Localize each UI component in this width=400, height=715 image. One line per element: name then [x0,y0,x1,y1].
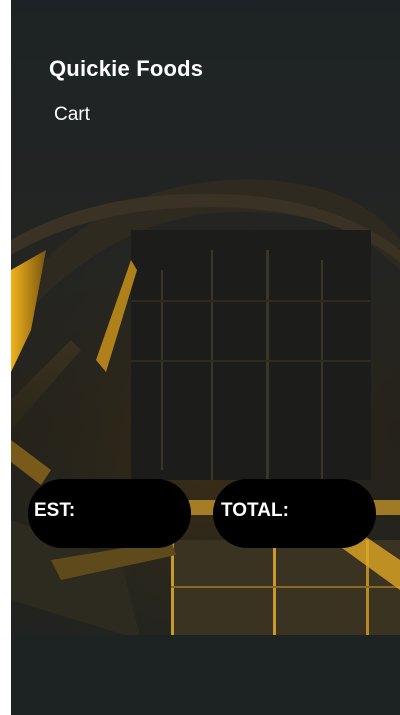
est-pill[interactable]: EST: [28,479,191,548]
total-pill[interactable]: TOTAL: [213,479,376,548]
cart-link[interactable]: Cart [54,104,90,126]
page: Quickie Foods Cart EST: TOTAL: [0,0,400,715]
app-title: Quickie Foods [49,56,204,81]
app-screen: Quickie Foods Cart EST: TOTAL: [11,0,400,715]
est-label: EST: [34,500,76,521]
total-label: TOTAL: [221,500,289,521]
